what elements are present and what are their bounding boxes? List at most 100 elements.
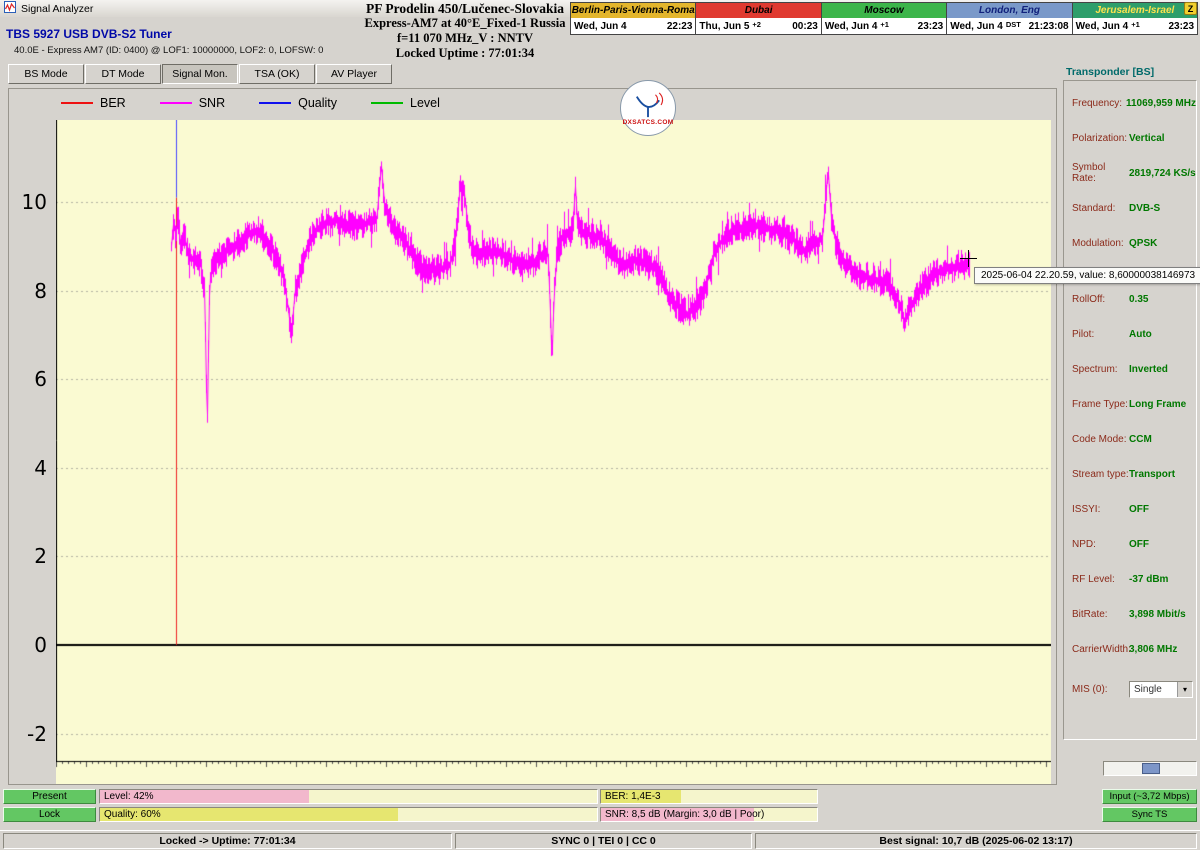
field-value: Auto — [1129, 329, 1152, 340]
transponder-carrierwidth: CarrierWidth:3,806 MHz — [1072, 639, 1196, 659]
transponder-frequency: Frequency:11069,959 MHz — [1072, 93, 1196, 113]
transponder-scrollbar[interactable] — [1103, 761, 1197, 776]
field-value: DVB-S — [1129, 203, 1160, 214]
field-value: 11069,959 MHz — [1126, 98, 1196, 109]
field-label: CarrierWidth: — [1072, 644, 1129, 655]
signal-indicators-row-2: LockQuality: 60%SNR: 8,5 dB (Margin: 3,0… — [0, 807, 1200, 822]
field-value: CCM — [1129, 434, 1152, 445]
sync-ts-indicator[interactable]: Sync TS — [1102, 807, 1197, 822]
legend-item-snr: SNR — [160, 96, 225, 110]
clock-city-label: Jerusalem-Israel — [1073, 3, 1197, 18]
tab-dt-mode[interactable]: DT Mode — [85, 64, 161, 84]
transponder-issyi: ISSYI:OFF — [1072, 499, 1196, 519]
tuner-info: TBS 5927 USB DVB-S2 Tuner 40.0E - Expres… — [6, 27, 323, 56]
statusbar-cell-3: Best signal: 10,7 dB (2025-06-02 13:17) — [755, 833, 1197, 849]
y-axis-label-2: 2 — [9, 544, 52, 568]
clock-time: 00:23 — [792, 21, 818, 32]
transponder-bitrate: BitRate:3,898 Mbit/s — [1072, 604, 1196, 624]
ber-progress: BER: 1,4E-3 — [600, 789, 818, 804]
transponder-pilot: Pilot:Auto — [1072, 324, 1196, 344]
snr-trace-canvas[interactable] — [56, 120, 1051, 784]
tab-signal-mon[interactable]: Signal Mon. — [162, 64, 238, 84]
legend-item-level: Level — [371, 96, 440, 110]
field-value: OFF — [1129, 504, 1149, 515]
legend-item-quality: Quality — [259, 96, 337, 110]
legend-label: Quality — [298, 96, 337, 110]
clock-time: 23:23 — [918, 21, 944, 32]
transponder-symbol-rate: Symbol Rate:2819,724 KS/s — [1072, 163, 1196, 183]
transponder-stream-type: Stream type:Transport — [1072, 464, 1196, 484]
quality-progress: Quality: 60% — [99, 807, 598, 822]
field-value: Long Frame — [1129, 399, 1186, 410]
transponder-panel-title: Transponder [BS] — [1066, 66, 1154, 78]
legend-label: Level — [410, 96, 440, 110]
transponder-npd: NPD:OFF — [1072, 534, 1196, 554]
logo-text: DXSATCS.COM — [623, 119, 674, 126]
field-value: 2819,724 KS/s — [1129, 168, 1196, 179]
clock-time: 21:23:08 — [1029, 21, 1069, 32]
clock-city-label: London, Eng — [947, 3, 1071, 18]
transponder-mis-row: MIS (0):Single▾ — [1072, 679, 1196, 699]
field-label: Frequency: — [1072, 98, 1126, 109]
clock-utc-offset: +2 — [752, 20, 761, 29]
clock-utc-offset: +1 — [1131, 20, 1140, 29]
field-label: BitRate: — [1072, 609, 1129, 620]
clock-city-label: Dubai — [696, 3, 820, 18]
tuner-subtitle: 40.0E - Express AM7 (ID: 0400) @ LOF1: 1… — [6, 45, 323, 56]
field-label: Frame Type: — [1072, 399, 1129, 410]
clock-dubai: Dubai Thu, Jun 5+2 00:23 — [695, 2, 821, 35]
field-value: Inverted — [1129, 364, 1168, 375]
satellite-dish-icon — [628, 91, 668, 119]
field-label: Pilot: — [1072, 329, 1129, 340]
plot-area[interactable]: DXSATCS.COM — [56, 120, 1051, 784]
tab-av-player[interactable]: AV Player — [316, 64, 392, 84]
transponder-polarization: Polarization:Vertical — [1072, 128, 1196, 148]
signal-indicators-row-1: Present Level: 42% BER: 1,4E-3 Input (~3,72… — [0, 789, 1200, 804]
clock-date: Wed, Jun 4 — [950, 21, 1003, 32]
legend-item-ber: BER — [61, 96, 126, 110]
field-label: Stream type: — [1072, 469, 1129, 480]
clock-moscow: MoscowWed, Jun 4+123:23 — [821, 2, 947, 35]
window-title: Signal Analyzer — [21, 3, 93, 15]
y-axis-label-10: 10 — [9, 190, 52, 214]
level-progress-label: Level: 42% — [104, 790, 153, 804]
field-label: Standard: — [1072, 203, 1129, 214]
field-label: Spectrum: — [1072, 364, 1129, 375]
signal-analyzer-window: Signal Analyzer Z TBS 5927 USB DVB-S2 Tu… — [0, 0, 1200, 850]
quality-color-line — [259, 102, 291, 104]
present-indicator[interactable]: Present — [3, 789, 96, 804]
transponder-modulation: Modulation:QPSK — [1072, 233, 1196, 253]
clock-time-row: Wed, Jun 4+123:23 — [822, 18, 946, 34]
clock-city-label: Berlin-Paris-Vienna-Roma — [571, 3, 695, 18]
mis-selected-value: Single — [1130, 684, 1177, 695]
input-3-72-mbps-indicator[interactable]: Input (~3,72 Mbps) — [1102, 789, 1197, 804]
y-axis-label-0: 0 — [9, 633, 52, 657]
transponder-spectrum: Spectrum:Inverted — [1072, 359, 1196, 379]
clock-time-row: Wed, Jun 4+123:23 — [1073, 18, 1197, 34]
clock-date: Thu, Jun 5 — [699, 21, 749, 32]
field-label: ISSYI: — [1072, 504, 1129, 515]
site-line-4: Locked Uptime : 77:01:34 — [300, 46, 630, 61]
cursor-crosshair — [960, 250, 977, 267]
field-value: 3,806 MHz — [1129, 644, 1177, 655]
field-value: -37 dBm — [1129, 574, 1168, 585]
mode-tabs: BS ModeDT ModeSignal Mon.TSA (OK)AV Play… — [8, 64, 393, 84]
tab-tsa-ok[interactable]: TSA (OK) — [239, 64, 315, 84]
status-bar: Locked -> Uptime: 77:01:34SYNC 0 | TEI 0… — [0, 830, 1200, 850]
tab-bs-mode[interactable]: BS Mode — [8, 64, 84, 84]
tray-icon-z[interactable]: Z — [1184, 2, 1197, 15]
lock-indicator[interactable]: Lock — [3, 807, 96, 822]
chevron-down-icon[interactable]: ▾ — [1177, 682, 1192, 697]
statusbar-cell-1: Locked -> Uptime: 77:01:34 — [3, 833, 452, 849]
legend-label: BER — [100, 96, 126, 110]
scrollbar-thumb[interactable] — [1142, 763, 1160, 774]
statusbar-cell-2: SYNC 0 | TEI 0 | CC 0 — [455, 833, 752, 849]
clock-date: Wed, Jun 4 — [1076, 21, 1129, 32]
field-label: NPD: — [1072, 539, 1129, 550]
mis-dropdown[interactable]: Single▾ — [1129, 681, 1193, 698]
clock-berlin-paris-vienna-roma: Berlin-Paris-Vienna-RomaWed, Jun 422:23 — [570, 2, 696, 35]
field-value: Transport — [1129, 469, 1175, 480]
level-progress: Level: 42% — [99, 789, 598, 804]
signal-chart-panel: BERSNRQualityLevel DXSATCS.COM 1086420-2 — [8, 88, 1057, 785]
field-value: Vertical — [1129, 133, 1165, 144]
